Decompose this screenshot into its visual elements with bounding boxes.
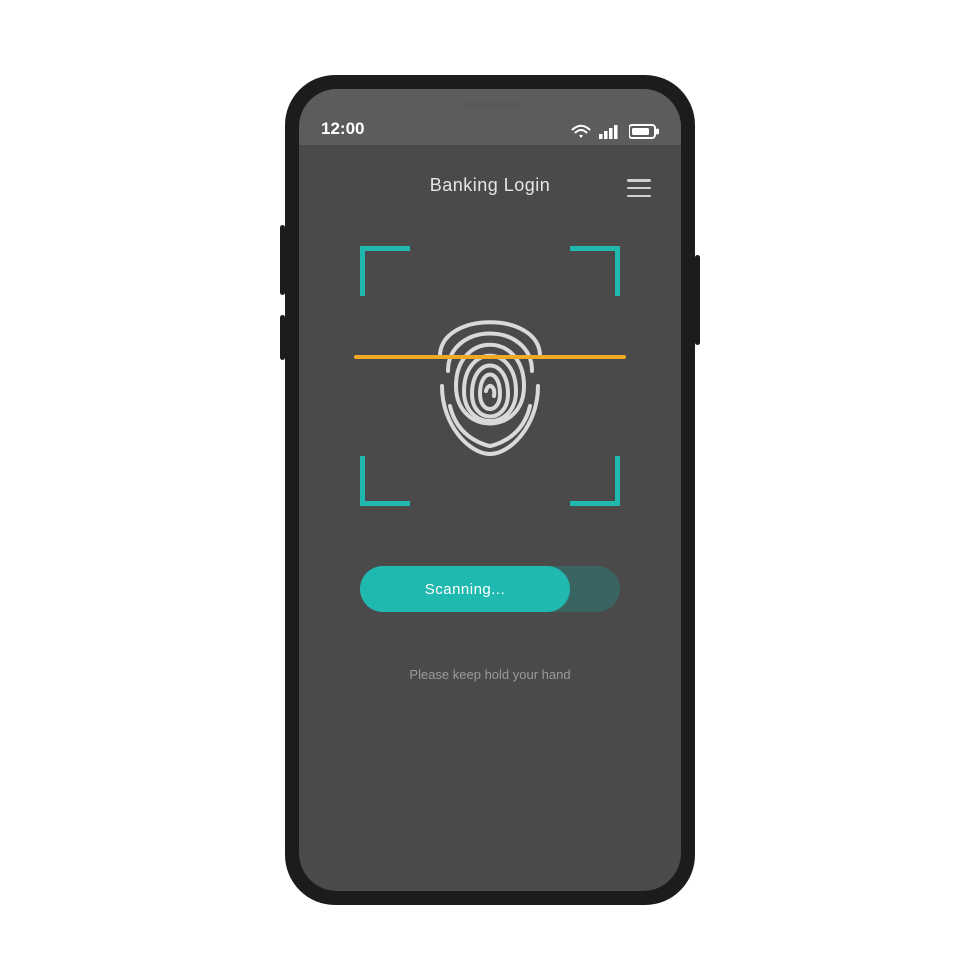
- status-time: 12:00: [321, 119, 364, 139]
- scan-line: [354, 355, 626, 359]
- battery-icon: [629, 124, 659, 139]
- app-header: Banking Login: [299, 145, 681, 206]
- scan-frame-corner: [360, 246, 410, 296]
- scanning-indicator[interactable]: Scanning...: [360, 566, 620, 612]
- scan-frame-corner: [570, 246, 620, 296]
- scanning-label: Scanning...: [425, 581, 506, 598]
- status-icons: [571, 124, 659, 139]
- status-bar: 12:00: [299, 89, 681, 145]
- phone-speaker: [460, 101, 520, 109]
- wifi-icon: [571, 124, 591, 139]
- volume-up-button: [280, 225, 285, 295]
- signal-icon: [599, 124, 621, 139]
- hamburger-icon: [627, 179, 651, 182]
- fingerprint-icon: [420, 286, 560, 466]
- phone-frame: 12:00: [285, 75, 695, 905]
- fingerprint-scan-area[interactable]: [360, 246, 620, 506]
- power-button: [695, 255, 700, 345]
- hamburger-menu-button[interactable]: [627, 179, 651, 197]
- page-title: Banking Login: [430, 175, 551, 196]
- hint-text: Please keep hold your hand: [299, 667, 681, 682]
- scan-frame-corner: [360, 456, 410, 506]
- volume-down-button: [280, 315, 285, 360]
- scanning-button: Scanning...: [360, 566, 570, 612]
- scan-frame-corner: [570, 456, 620, 506]
- phone-screen: 12:00: [299, 89, 681, 891]
